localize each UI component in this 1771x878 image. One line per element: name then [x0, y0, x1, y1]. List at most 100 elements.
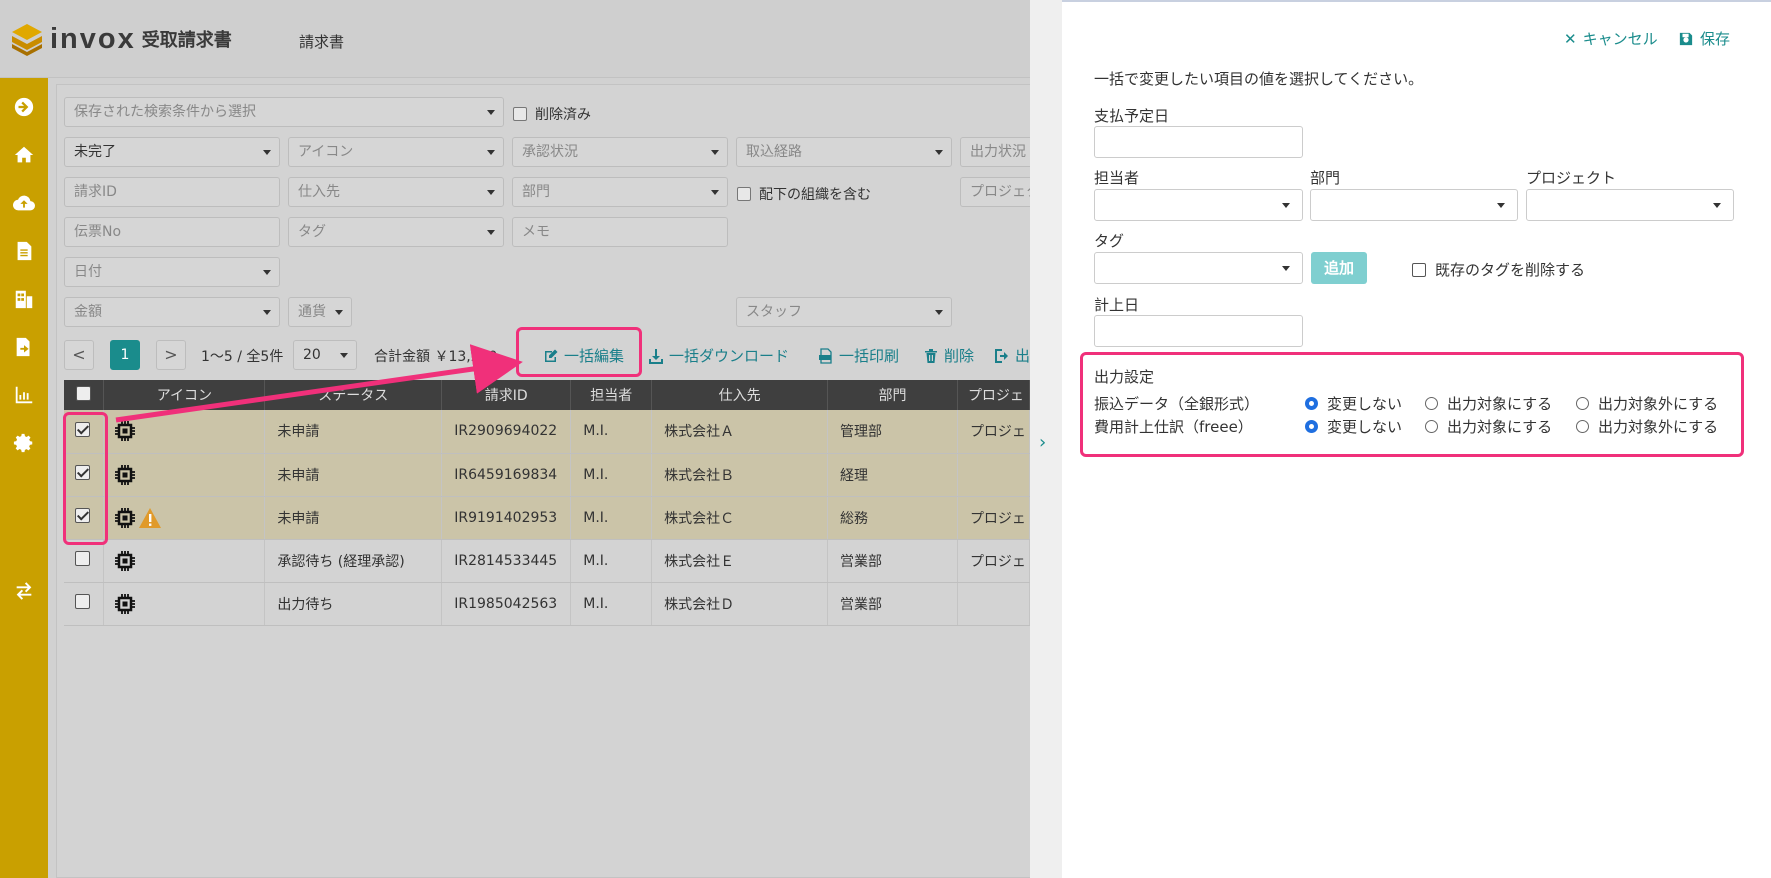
column-header[interactable]: 請求ID [441, 380, 572, 410]
column-header[interactable]: ステータス [264, 380, 443, 410]
bulk-print-button[interactable]: 一括印刷 [818, 345, 899, 366]
nav-invoices[interactable]: 請求書 [299, 31, 344, 52]
output-button[interactable]: 出 [994, 345, 1030, 366]
sidebar-item-export[interactable] [11, 334, 37, 360]
bulk-edit-button[interactable]: 一括編集 [543, 345, 624, 366]
staff-select[interactable]: スタッフ [736, 297, 952, 327]
date-select[interactable]: 日付 [64, 257, 280, 287]
tag-select[interactable]: タグ [288, 217, 504, 247]
include-sub-org-checkbox[interactable]: 配下の組織を含む [737, 184, 871, 204]
add-tag-button[interactable]: 追加 [1311, 252, 1367, 284]
row-select-cell[interactable] [64, 453, 105, 497]
person-select[interactable] [1094, 189, 1303, 221]
delete-button[interactable]: 削除 [923, 345, 974, 366]
radio-no-change[interactable]: 変更しない [1305, 393, 1402, 414]
memo-input[interactable]: メモ [512, 217, 728, 247]
sidebar-item-upload[interactable] [11, 190, 37, 216]
delete-existing-tags-checkbox[interactable]: 既存のタグを削除する [1412, 259, 1585, 280]
payment-date-input[interactable] [1094, 126, 1303, 158]
table-row[interactable]: 未申請 IR2909694022 M.I. 株式会社Ａ 管理部 プロジェ [64, 410, 1030, 454]
row-checkbox[interactable] [75, 508, 90, 523]
select-all-checkbox[interactable] [76, 385, 92, 401]
sidebar-item-home[interactable] [11, 142, 37, 168]
amount-select[interactable]: 金額 [64, 297, 280, 327]
pager-prev-button[interactable]: < [64, 340, 94, 370]
row-select-cell[interactable] [64, 539, 105, 583]
invoice-id-cell[interactable]: IR2814533445 [441, 539, 572, 583]
column-header[interactable]: 部門 [827, 380, 958, 410]
row-select-cell[interactable] [64, 582, 105, 626]
tag-select-panel[interactable] [1094, 252, 1303, 284]
row-checkbox[interactable] [75, 421, 90, 437]
row-checkbox[interactable] [75, 594, 90, 609]
radio-button[interactable] [1576, 420, 1589, 433]
sidebar-item-transfer[interactable] [11, 578, 37, 604]
radio-include[interactable]: 出力対象にする [1425, 393, 1552, 414]
checkbox-box[interactable] [513, 107, 527, 121]
column-header[interactable]: 仕入先 [651, 380, 829, 410]
table-row[interactable]: 未申請 IR9191402953 M.I. 株式会社Ｃ 総務 プロジェ [64, 496, 1030, 540]
department-select[interactable]: 部門 [512, 177, 728, 207]
project-select-panel[interactable] [1526, 189, 1734, 221]
row-checkbox[interactable] [75, 551, 90, 566]
saved-search-select[interactable]: 保存された検索条件から選択 [64, 97, 504, 127]
status-cell[interactable]: 未申請 [264, 410, 443, 454]
sidebar-item-documents[interactable] [11, 238, 37, 264]
column-header[interactable]: アイコン [103, 380, 266, 410]
deleted-checkbox[interactable]: 削除済み [513, 104, 591, 124]
app-logo[interactable]: invox 受取請求書 [10, 22, 232, 56]
column-header[interactable]: 担当者 [570, 380, 653, 410]
chevron-right-icon[interactable]: › [1039, 432, 1046, 453]
bulk-download-button[interactable]: 一括ダウンロード [648, 345, 789, 366]
output-status-select[interactable]: 出力状況 [960, 137, 1030, 167]
invoice-id-cell[interactable]: IR9191402953 [441, 496, 572, 540]
checkbox-box[interactable] [1412, 262, 1426, 277]
department-select-panel[interactable] [1310, 189, 1518, 221]
panel-gutter[interactable]: › [1030, 0, 1062, 878]
posting-date-input[interactable] [1094, 315, 1303, 347]
radio-no-change[interactable]: 変更しない [1305, 416, 1402, 437]
status-cell[interactable]: 未申請 [264, 496, 443, 540]
radio-exclude[interactable]: 出力対象外にする [1576, 416, 1718, 437]
row-checkbox[interactable] [75, 465, 90, 480]
status-select[interactable]: 未完了 [64, 137, 280, 167]
sidebar-item-settings[interactable] [11, 430, 37, 456]
pager-page-1[interactable]: 1 [110, 340, 140, 370]
slip-no-input[interactable]: 伝票No [64, 217, 280, 247]
project-select[interactable]: プロジェクト [960, 177, 1030, 207]
sidebar-item-suppliers[interactable] [11, 286, 37, 312]
supplier-select[interactable]: 仕入先 [288, 177, 504, 207]
save-button[interactable]: 保存 [1679, 28, 1730, 49]
select-all-cell[interactable] [64, 380, 105, 410]
approval-select[interactable]: 承認状況 [512, 137, 728, 167]
invoice-id-cell[interactable]: IR6459169834 [441, 453, 572, 497]
table-row[interactable]: 承認待ち (経理承認) IR2814533445 M.I. 株式会社Ｅ 営業部 プロジェ [64, 539, 1030, 583]
radio-exclude[interactable]: 出力対象外にする [1576, 393, 1718, 414]
invoice-id-cell[interactable]: IR2909694022 [441, 410, 572, 454]
status-cell[interactable]: 未申請 [264, 453, 443, 497]
status-cell[interactable]: 出力待ち [264, 582, 443, 626]
import-route-select[interactable]: 取込経路 [736, 137, 952, 167]
table-row[interactable]: 出力待ち IR1985042563 M.I. 株式会社Ｄ 営業部 [64, 582, 1030, 626]
column-header[interactable]: プロジェ [957, 380, 1030, 410]
radio-button[interactable] [1305, 397, 1318, 410]
table-row[interactable]: 未申請 IR6459169834 M.I. 株式会社Ｂ 経理 [64, 453, 1030, 497]
icon-select[interactable]: アイコン [288, 137, 504, 167]
invoice-id-input[interactable]: 請求ID [64, 177, 280, 207]
checkbox-box[interactable] [737, 187, 751, 201]
radio-button[interactable] [1425, 397, 1438, 410]
row-select-cell[interactable] [64, 496, 105, 540]
currency-select[interactable]: 通貨 [288, 297, 352, 327]
pager-next-button[interactable]: > [156, 340, 186, 370]
radio-include[interactable]: 出力対象にする [1425, 416, 1552, 437]
invoice-id-cell[interactable]: IR1985042563 [441, 582, 572, 626]
sidebar-item-reports[interactable] [11, 382, 37, 408]
row-select-cell[interactable] [64, 410, 105, 454]
radio-button[interactable] [1305, 420, 1318, 433]
sidebar-item-logout[interactable] [11, 94, 37, 120]
cancel-button[interactable]: ✕ キャンセル [1564, 28, 1658, 49]
radio-button[interactable] [1576, 397, 1589, 410]
radio-button[interactable] [1425, 420, 1438, 433]
status-cell[interactable]: 承認待ち (経理承認) [264, 539, 443, 583]
per-page-select[interactable]: 20 [293, 340, 357, 370]
